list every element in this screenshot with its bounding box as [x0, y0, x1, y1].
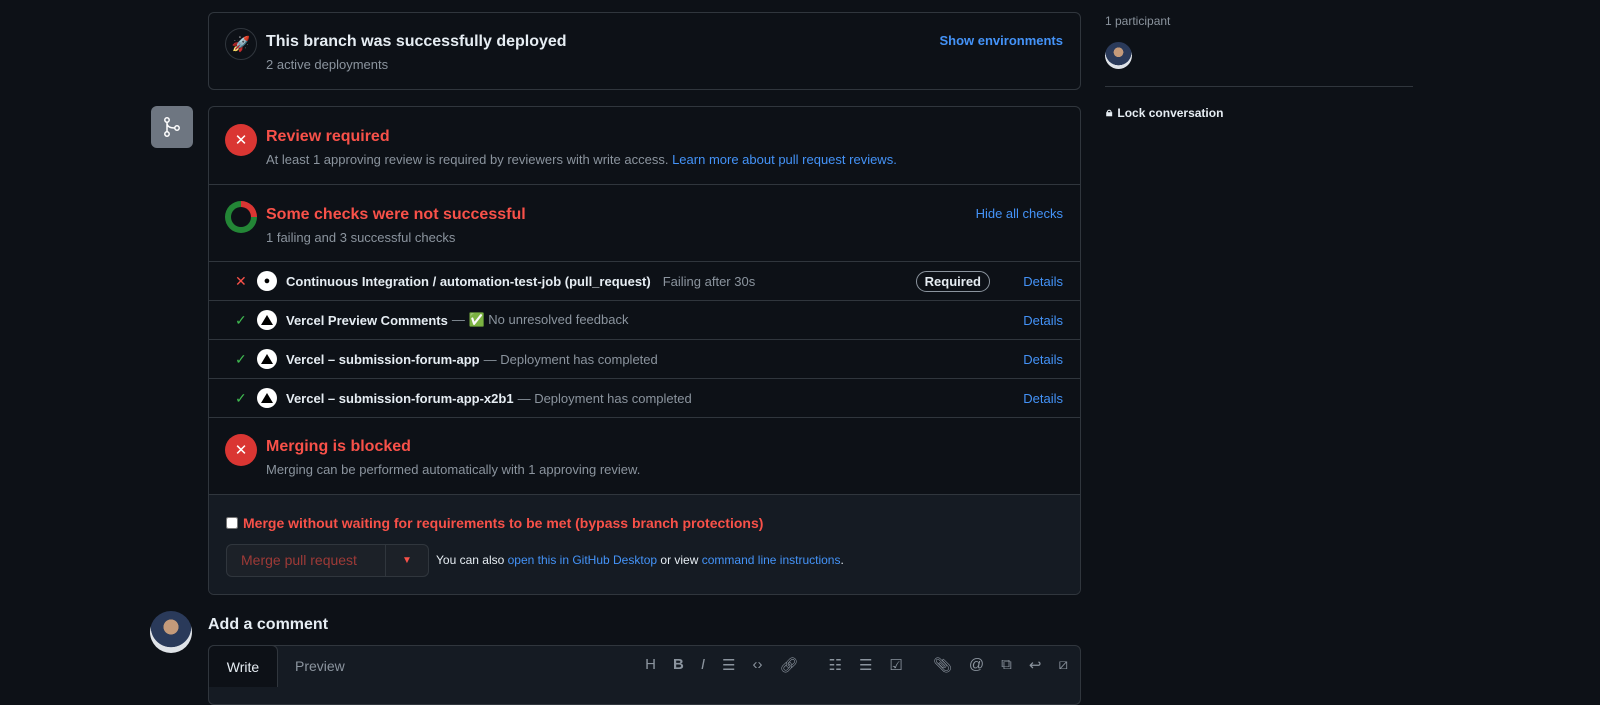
attach-icon[interactable]: 📎︎	[933, 656, 952, 674]
merging-text: Merging can be performed automatically w…	[266, 462, 641, 477]
lock-conversation-button[interactable]: 🔒︎ Lock conversation	[1106, 105, 1223, 120]
period: .	[840, 553, 844, 567]
review-text: At least 1 approving review is required …	[266, 152, 669, 167]
merging-section: ✕ Merging is blocked Merging can be perf…	[209, 418, 1080, 495]
check-name: Vercel Preview Comments	[286, 312, 448, 328]
checks-donut-icon	[225, 201, 257, 233]
deploy-title: This branch was successfully deployed	[266, 33, 567, 50]
add-comment-title: Add a comment	[208, 616, 329, 633]
tab-preview[interactable]: Preview	[295, 658, 345, 674]
checks-title: Some checks were not successful	[266, 206, 526, 223]
review-section: ✕ Review required At least 1 approving r…	[209, 107, 1080, 185]
task-list-icon[interactable]: ☑	[889, 656, 902, 674]
vercel-icon	[257, 310, 277, 330]
x-circle-icon: ✕	[225, 434, 257, 466]
check-icon: ✓	[235, 350, 247, 367]
github-icon: ●	[257, 271, 277, 291]
numbered-list-icon[interactable]: ☷	[829, 656, 842, 674]
vercel-icon	[257, 388, 277, 408]
deployment-box: 🚀 This branch was successfully deployed …	[208, 12, 1081, 90]
hide-checks-link[interactable]: Hide all checks	[976, 206, 1063, 221]
git-merge-icon	[151, 106, 193, 148]
reply-icon[interactable]: ↩	[1029, 656, 1042, 674]
check-desc: Failing after 30s	[662, 273, 756, 289]
review-title: Review required	[266, 128, 390, 145]
check-icon: ✓	[235, 311, 247, 328]
learn-more-link[interactable]: Learn more about pull request reviews.	[672, 152, 897, 167]
check-name: Vercel – submission-forum-app-x2b1	[286, 390, 514, 406]
merge-dropdown-button[interactable]: ▼	[386, 545, 428, 576]
details-link[interactable]: Details	[1023, 391, 1063, 406]
check-name: Vercel – submission-forum-app	[286, 351, 480, 367]
tab-write[interactable]: Write	[208, 645, 278, 687]
bypass-checkbox[interactable]	[226, 517, 238, 529]
link-icon[interactable]: 🔗︎	[779, 656, 798, 674]
x-circle-icon: ✕	[225, 124, 257, 156]
participants-label: 1 participant	[1105, 14, 1171, 28]
bullet-list-icon[interactable]: ☰	[859, 656, 872, 674]
slash-commands-icon[interactable]: ⧄	[1058, 656, 1068, 674]
check-row: ✓ Vercel Preview Comments — ✅ No unresol…	[209, 301, 1080, 340]
merging-title: Merging is blocked	[266, 438, 411, 455]
italic-icon[interactable]: I	[701, 656, 705, 674]
check-desc: — Deployment has completed	[517, 390, 692, 406]
details-link[interactable]: Details	[1023, 313, 1063, 328]
also-text: You can also	[436, 553, 505, 567]
lock-icon: 🔒︎	[1106, 105, 1113, 119]
show-environments-link[interactable]: Show environments	[939, 33, 1063, 48]
lock-label: Lock conversation	[1117, 105, 1224, 120]
check-row: ✓ Vercel – submission-forum-app-x2b1 — D…	[209, 379, 1080, 418]
cross-reference-icon[interactable]: ⧉	[1001, 656, 1012, 674]
details-link[interactable]: Details	[1023, 274, 1063, 289]
quote-icon[interactable]: ☰	[722, 656, 735, 674]
check-row: ✓ Vercel – submission-forum-app — Deploy…	[209, 340, 1080, 379]
deploy-subtitle: 2 active deployments	[266, 57, 389, 72]
checks-section: Some checks were not successful 1 failin…	[209, 185, 1080, 262]
comment-editor: Write Preview H B I ☰ ‹› 🔗︎ ☷ ☰ ☑ 📎︎ @ ⧉…	[208, 645, 1081, 705]
required-badge: Required	[915, 270, 990, 292]
vercel-icon	[257, 349, 277, 369]
merge-pull-request-button[interactable]: Merge pull request	[227, 545, 386, 576]
check-icon: ✓	[235, 389, 247, 406]
merge-box: ✕ Review required At least 1 approving r…	[208, 106, 1081, 595]
github-desktop-link[interactable]: open this in GitHub Desktop	[508, 553, 657, 567]
command-line-link[interactable]: command line instructions	[702, 553, 841, 567]
check-row: ✕ ● Continuous Integration / automation-…	[209, 262, 1080, 301]
checks-subtitle: 1 failing and 3 successful checks	[266, 230, 456, 245]
bypass-label: Merge without waiting for requirements t…	[243, 515, 764, 531]
avatar	[150, 611, 192, 653]
code-icon[interactable]: ‹›	[752, 656, 762, 674]
bold-icon[interactable]: B	[673, 656, 684, 674]
x-icon: ✕	[235, 272, 247, 289]
mention-icon[interactable]: @	[969, 656, 984, 674]
check-desc: — Deployment has completed	[483, 351, 658, 367]
or-view-text: or view	[660, 553, 699, 567]
merge-actions: Merge without waiting for requirements t…	[209, 495, 1080, 594]
participant-avatar[interactable]	[1105, 42, 1132, 69]
details-link[interactable]: Details	[1023, 352, 1063, 367]
heading-icon[interactable]: H	[645, 656, 656, 674]
check-desc: — ✅ No unresolved feedback	[451, 312, 629, 327]
check-name: Continuous Integration / automation-test…	[286, 273, 651, 289]
rocket-icon: 🚀	[225, 28, 257, 60]
